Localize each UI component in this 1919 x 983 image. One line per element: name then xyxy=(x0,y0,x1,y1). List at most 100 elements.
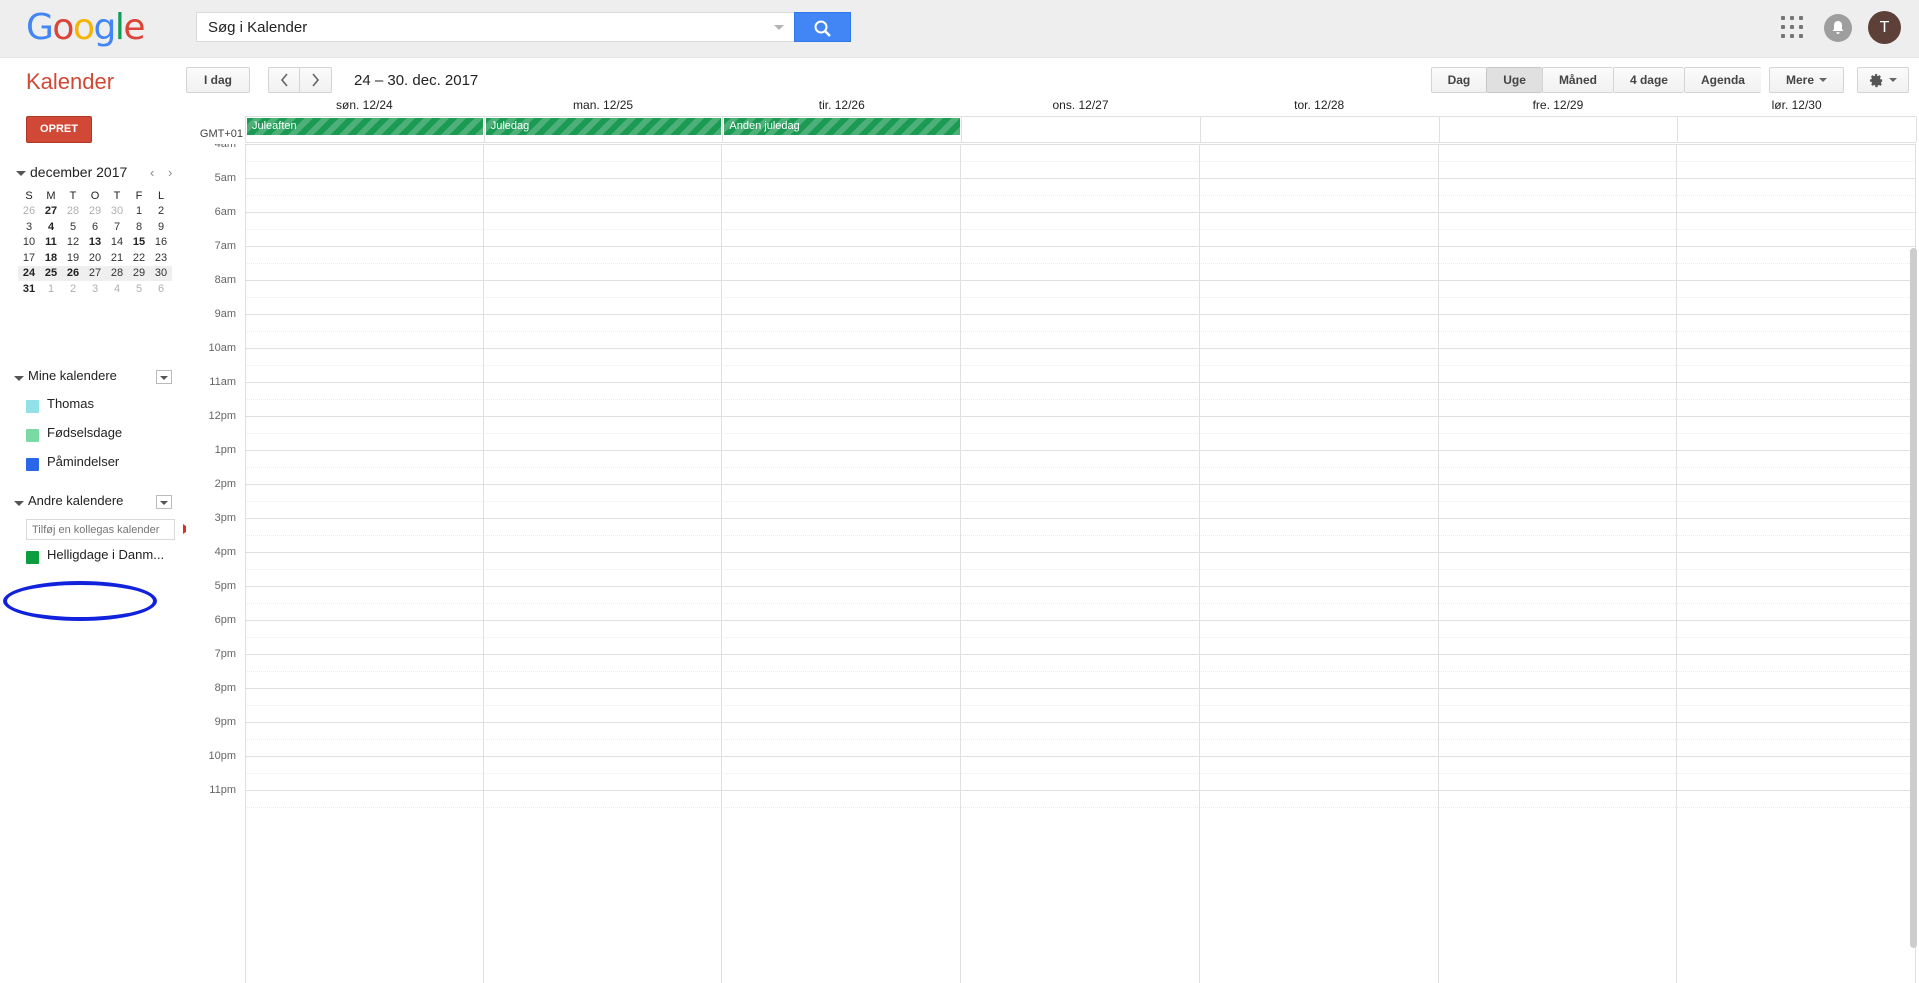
all-day-cell-5[interactable] xyxy=(1440,117,1679,142)
search-input[interactable] xyxy=(206,13,746,41)
calendar-color-swatch[interactable] xyxy=(26,551,39,564)
mini-calendar-day[interactable]: 4 xyxy=(40,219,62,235)
all-day-event[interactable]: Juledag xyxy=(485,118,722,135)
mini-calendar-prev-button[interactable]: ‹ xyxy=(150,165,154,180)
mini-calendar-day[interactable]: 9 xyxy=(150,219,172,235)
mini-calendar-day[interactable]: 17 xyxy=(18,250,40,266)
day-header-3[interactable]: ons. 12/27 xyxy=(961,98,1200,114)
mini-calendar-day[interactable]: 26 xyxy=(18,204,40,220)
mini-calendar-day[interactable]: 29 xyxy=(84,204,106,220)
mini-calendar-day[interactable]: 19 xyxy=(62,250,84,266)
calendar-color-swatch[interactable] xyxy=(26,400,39,413)
my-calendars-collapse-icon[interactable] xyxy=(14,376,24,381)
mini-calendar-day[interactable]: 13 xyxy=(84,235,106,251)
day-column-2[interactable] xyxy=(722,144,962,983)
mini-calendar-day[interactable]: 5 xyxy=(128,281,150,297)
my-calendar-item[interactable]: Påmindelser xyxy=(0,452,186,481)
notifications-bell-icon[interactable] xyxy=(1824,14,1852,42)
search-dropdown-caret-icon[interactable] xyxy=(774,25,784,30)
day-column-0[interactable] xyxy=(245,144,484,983)
mini-calendar-day[interactable]: 15 xyxy=(128,235,150,251)
mini-calendar-day[interactable]: 6 xyxy=(150,281,172,297)
mini-calendar-day[interactable]: 2 xyxy=(62,281,84,297)
all-day-cell-3[interactable] xyxy=(962,117,1201,142)
mini-calendar-day[interactable]: 11 xyxy=(40,235,62,251)
mini-calendar-day[interactable]: 7 xyxy=(106,219,128,235)
mini-calendar-next-button[interactable]: › xyxy=(168,165,172,180)
add-colleague-calendar-box[interactable] xyxy=(26,519,175,540)
mini-calendar-day[interactable]: 31 xyxy=(18,281,40,297)
day-header-1[interactable]: man. 12/25 xyxy=(484,98,723,114)
view-button-uge[interactable]: Uge xyxy=(1486,67,1542,93)
avatar[interactable]: T xyxy=(1868,11,1901,44)
day-header-4[interactable]: tor. 12/28 xyxy=(1200,98,1439,114)
calendar-color-swatch[interactable] xyxy=(26,458,39,471)
mini-calendar-day[interactable]: 22 xyxy=(128,250,150,266)
other-calendar-item[interactable]: Helligdage i Danm... xyxy=(0,545,186,574)
next-period-button[interactable] xyxy=(300,67,332,93)
mini-calendar-day[interactable]: 25 xyxy=(40,265,62,281)
day-header-6[interactable]: lør. 12/30 xyxy=(1677,98,1916,114)
mini-calendar-day[interactable]: 20 xyxy=(84,250,106,266)
mini-calendar-day[interactable]: 8 xyxy=(128,219,150,235)
all-day-cell-2[interactable]: Anden juledag xyxy=(723,117,963,142)
calendar-color-swatch[interactable] xyxy=(26,429,39,442)
mini-calendar-day[interactable]: 30 xyxy=(106,204,128,220)
all-day-event[interactable]: Anden juledag xyxy=(724,118,961,135)
other-calendars-collapse-icon[interactable] xyxy=(14,501,24,506)
mini-calendar-day[interactable]: 4 xyxy=(106,281,128,297)
google-logo[interactable]: Google xyxy=(26,8,145,48)
my-calendar-item[interactable]: Fødselsdage xyxy=(0,423,186,452)
search-box[interactable] xyxy=(196,12,794,42)
all-day-cell-1[interactable]: Juledag xyxy=(485,117,724,142)
add-colleague-calendar-input[interactable] xyxy=(27,520,174,540)
day-column-6[interactable] xyxy=(1677,144,1916,983)
view-button-4-dage[interactable]: 4 dage xyxy=(1612,67,1684,93)
mini-calendar-day[interactable]: 10 xyxy=(18,235,40,251)
grid-scrollbar[interactable] xyxy=(1910,248,1917,948)
view-button-måned[interactable]: Måned xyxy=(1541,67,1613,93)
mini-calendar-day[interactable]: 3 xyxy=(84,281,106,297)
mini-calendar-collapse-icon[interactable] xyxy=(16,171,26,176)
mini-calendar-day[interactable]: 3 xyxy=(18,219,40,235)
prev-period-button[interactable] xyxy=(268,67,300,93)
mini-calendar-day[interactable]: 28 xyxy=(62,204,84,220)
day-column-1[interactable] xyxy=(484,144,723,983)
other-calendars-menu-button[interactable] xyxy=(156,495,172,509)
mini-calendar-day[interactable]: 23 xyxy=(150,250,172,266)
mini-calendar-day[interactable]: 14 xyxy=(106,235,128,251)
day-header-5[interactable]: fre. 12/29 xyxy=(1439,98,1678,114)
mini-calendar-day[interactable]: 24 xyxy=(18,265,40,281)
search-button[interactable] xyxy=(794,12,851,42)
all-day-event[interactable]: Juleaften xyxy=(247,118,483,135)
create-event-button[interactable]: OPRET xyxy=(26,116,92,143)
mini-calendar-day[interactable]: 28 xyxy=(106,265,128,281)
mini-calendar-day[interactable]: 6 xyxy=(84,219,106,235)
view-button-agenda[interactable]: Agenda xyxy=(1683,67,1761,93)
day-column-4[interactable] xyxy=(1200,144,1439,983)
mini-calendar-day[interactable]: 18 xyxy=(40,250,62,266)
mini-calendar-day[interactable]: 12 xyxy=(62,235,84,251)
today-button[interactable]: I dag xyxy=(186,67,250,93)
view-button-dag[interactable]: Dag xyxy=(1430,67,1487,93)
apps-grid-icon[interactable] xyxy=(1781,16,1807,42)
mini-calendar-day[interactable]: 2 xyxy=(150,204,172,220)
my-calendar-item[interactable]: Thomas xyxy=(0,394,186,423)
mini-calendar-day[interactable]: 27 xyxy=(40,204,62,220)
mini-calendar-day[interactable]: 27 xyxy=(84,265,106,281)
mini-calendar-day[interactable]: 1 xyxy=(40,281,62,297)
mini-calendar-day[interactable]: 30 xyxy=(150,265,172,281)
all-day-cell-4[interactable] xyxy=(1201,117,1440,142)
time-grid-scroll[interactable]: 4am 5am 6am 7am 8am 9am 10am 11am 12pm 1pm 2pm 3pm 4… xyxy=(186,144,1919,983)
mini-calendar-day[interactable]: 1 xyxy=(128,204,150,220)
all-day-cell-6[interactable] xyxy=(1678,117,1917,142)
mini-calendar-day[interactable]: 26 xyxy=(62,265,84,281)
settings-button[interactable] xyxy=(1857,67,1909,93)
day-column-3[interactable] xyxy=(961,144,1200,983)
day-column-5[interactable] xyxy=(1439,144,1678,983)
my-calendars-menu-button[interactable] xyxy=(156,370,172,384)
mini-calendar-day[interactable]: 29 xyxy=(128,265,150,281)
more-views-button[interactable]: Mere xyxy=(1768,67,1844,93)
mini-calendar-day[interactable]: 5 xyxy=(62,219,84,235)
mini-calendar-day[interactable]: 21 xyxy=(106,250,128,266)
